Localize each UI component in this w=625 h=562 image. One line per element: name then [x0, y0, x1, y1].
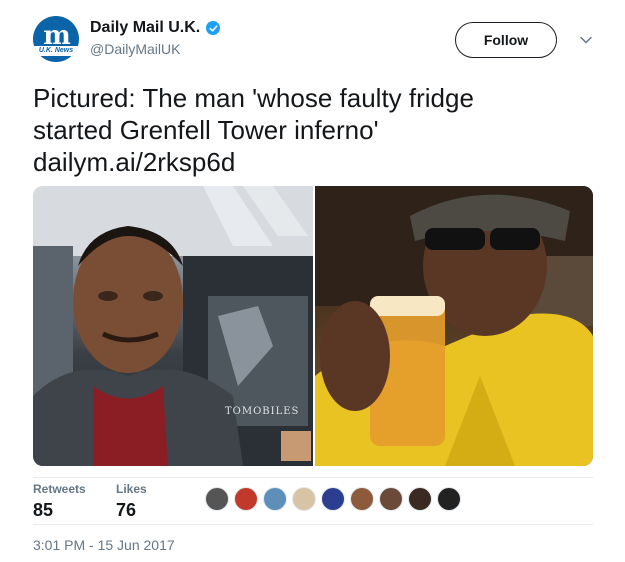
retweets-count: 85 — [33, 500, 54, 520]
liker-avatar[interactable] — [379, 487, 403, 511]
liker-avatars — [205, 487, 466, 511]
tweet-link[interactable]: dailym.ai/2rksp6d — [33, 146, 603, 178]
divider — [33, 477, 593, 478]
liker-avatar[interactable] — [234, 487, 258, 511]
retweets-label: Retweets — [33, 482, 86, 496]
tweet-media[interactable]: TOMOBILES — [33, 186, 593, 466]
retweets-stat[interactable]: Retweets 85 — [33, 482, 86, 521]
account-avatar[interactable]: m U.K. News — [33, 16, 79, 62]
chevron-down-icon[interactable] — [579, 33, 593, 47]
photo-man-in-store[interactable]: TOMOBILES — [33, 186, 313, 466]
tweet-timestamp[interactable]: 3:01 PM - 15 Jun 2017 — [33, 537, 175, 553]
account-handle[interactable]: @DailyMailUK — [90, 41, 180, 57]
likes-count: 76 — [116, 500, 137, 520]
likes-label: Likes — [116, 482, 147, 496]
tweet-text-line: Pictured: The man 'whose faulty fridge — [33, 83, 474, 113]
liker-avatar[interactable] — [205, 487, 229, 511]
logo-subtitle: U.K. News — [33, 46, 79, 56]
follow-button[interactable]: Follow — [455, 22, 557, 58]
display-name[interactable]: Daily Mail U.K. — [90, 19, 200, 37]
liker-avatar[interactable] — [292, 487, 316, 511]
tweet-text: Pictured: The man 'whose faulty fridge s… — [33, 82, 603, 178]
liker-avatar[interactable] — [350, 487, 374, 511]
divider — [33, 524, 593, 525]
verified-badge-icon — [206, 21, 221, 35]
likes-stat[interactable]: Likes 76 — [116, 482, 147, 521]
photo-left-illustration — [33, 186, 313, 466]
account-name-row[interactable]: Daily Mail U.K. — [90, 19, 221, 37]
liker-avatar[interactable] — [408, 487, 432, 511]
liker-avatar[interactable] — [437, 487, 461, 511]
tweet-text-line: started Grenfell Tower inferno' — [33, 115, 379, 145]
photo-man-drinking-beer[interactable] — [315, 186, 593, 466]
liker-avatar[interactable] — [321, 487, 345, 511]
store-sign-text: TOMOBILES — [225, 406, 300, 417]
liker-avatar[interactable] — [263, 487, 287, 511]
photo-right-illustration — [315, 186, 593, 466]
